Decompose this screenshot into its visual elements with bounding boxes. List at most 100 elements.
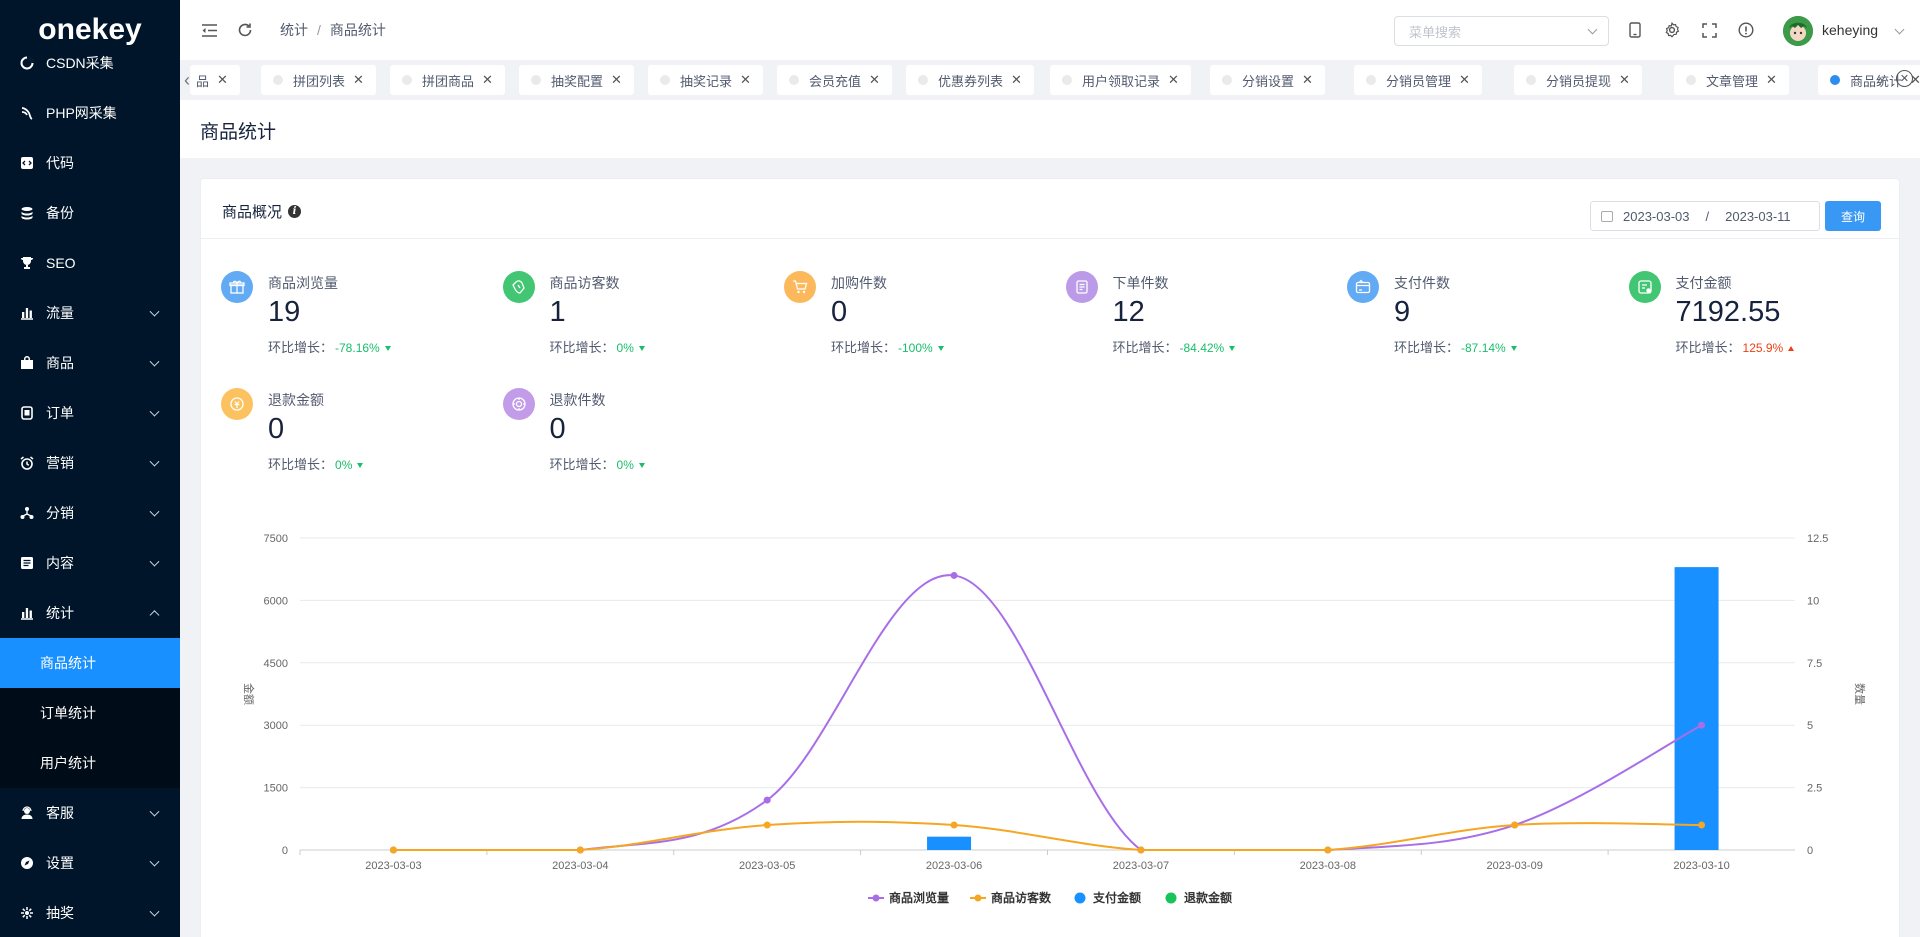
- tab-1[interactable]: 拼团列表 ✕: [261, 65, 376, 95]
- stat-change-prefix: 环比增长：: [1112, 340, 1178, 355]
- line-商品访客数: [393, 820, 1702, 851]
- point-商品浏览量: [950, 571, 958, 579]
- x-tick-label: 2023-03-03: [365, 860, 421, 872]
- close-icon[interactable]: ✕: [1619, 72, 1630, 88]
- submenu-item-1[interactable]: 订单统计: [0, 688, 180, 738]
- tab-5[interactable]: 会员充值 ✕: [777, 65, 892, 95]
- stat-change-prefix: 环比增长：: [268, 340, 334, 355]
- x-tick-label: 2023-03-05: [739, 860, 795, 872]
- sidebar-item-0[interactable]: CSDN采集: [0, 38, 180, 88]
- point-商品浏览量: [763, 796, 771, 804]
- stat-change: 环比增长： 0%: [550, 454, 645, 473]
- sidebar-item-10[interactable]: 内容: [0, 538, 180, 588]
- tab-9[interactable]: 分销员管理 ✕: [1354, 65, 1482, 95]
- tab-label: 优惠券列表: [938, 73, 1004, 89]
- legend-label: 商品访客数: [991, 890, 1052, 905]
- sidebar-item-3[interactable]: 备份: [0, 188, 180, 238]
- close-icon[interactable]: ✕: [869, 72, 880, 88]
- stat-change: 环比增长： -78.16%: [268, 337, 391, 356]
- bar-chart-icon: [20, 306, 34, 320]
- y2-tick-label: 12.5: [1807, 533, 1828, 545]
- goods-chart: 0 1500 3000 4500 6000 7500 0 2.5 5 7.5 10 12.5 金额 数量 2…: [242, 533, 1866, 905]
- tab-3[interactable]: 抽奖配置 ✕: [519, 65, 634, 95]
- sidebar-item-label: 客服: [46, 805, 74, 821]
- x-tick-label: 2023-03-04: [552, 860, 608, 872]
- sidebar-item-label: SEO: [46, 255, 76, 271]
- info-icon[interactable]: i: [288, 205, 302, 218]
- point-商品访客数: [1511, 821, 1519, 829]
- spider-icon: [20, 106, 34, 120]
- sidebar-item-2[interactable]: 抽奖: [0, 888, 180, 937]
- legend-marker: [1165, 892, 1177, 904]
- info-circle-icon[interactable]: [1737, 21, 1755, 39]
- query-button[interactable]: 查询: [1825, 201, 1881, 231]
- sidebar-menu: CSDN采集 PHP网采集 代码 备份 SEO 流量 商品 订单营销分销 内容统计商品统计 订单统…: [0, 38, 180, 937]
- sidebar-item-9[interactable]: 分销: [0, 488, 180, 538]
- page-title: 商品统计: [200, 122, 277, 143]
- close-icon[interactable]: ✕: [1459, 72, 1470, 88]
- tab-7[interactable]: 用户领取记录 ✕: [1050, 65, 1191, 95]
- mobile-icon[interactable]: [1626, 21, 1644, 39]
- collapse-menu-icon[interactable]: [200, 21, 218, 39]
- refresh-icon[interactable]: [236, 21, 254, 39]
- stat-label: 支付件数: [1394, 275, 1450, 291]
- tabs-scroll-right-icon[interactable]: ›: [1878, 70, 1884, 91]
- stat-label: 下单件数: [1112, 275, 1169, 291]
- fullscreen-icon[interactable]: [1700, 21, 1718, 39]
- x-tick-label: 2023-03-09: [1487, 860, 1543, 872]
- sidebar-item-label: 统计: [46, 605, 74, 621]
- sidebar-item-5[interactable]: 流量: [0, 288, 180, 338]
- username[interactable]: keheying: [1822, 22, 1878, 38]
- tab-10[interactable]: 分销员提现 ✕: [1514, 65, 1642, 95]
- sidebar-item-8[interactable]: 营销: [0, 438, 180, 488]
- date-range-picker[interactable]: 2023-03-03 / 2023-03-11: [1590, 201, 1820, 231]
- close-icon[interactable]: ✕: [611, 72, 622, 88]
- close-icon[interactable]: ✕: [1302, 72, 1313, 88]
- close-icon[interactable]: ✕: [740, 72, 751, 88]
- sidebar-item-2[interactable]: 代码: [0, 138, 180, 188]
- stat-card-0: 商品浏览量 19 环比增长： -78.16%: [221, 271, 461, 371]
- trend-up-icon: [1788, 346, 1795, 352]
- submenu-item-0[interactable]: 商品统计: [0, 638, 180, 688]
- tab-status-dot: [789, 75, 799, 85]
- sidebar-item-label: 营销: [46, 455, 74, 471]
- tab-2[interactable]: 拼团商品 ✕: [390, 65, 505, 95]
- stat-value: 1: [549, 296, 566, 328]
- close-icon[interactable]: ✕: [353, 72, 364, 88]
- trend-down-icon: [1229, 346, 1236, 352]
- gear-icon[interactable]: [1663, 21, 1681, 39]
- close-icon[interactable]: ✕: [1168, 72, 1179, 88]
- y-tick-label: 4500: [264, 658, 288, 670]
- tab-4[interactable]: 抽奖记录 ✕: [648, 65, 763, 95]
- tab-0[interactable]: 品 ✕: [190, 65, 240, 95]
- close-icon[interactable]: ✕: [1766, 72, 1777, 88]
- sidebar-item-6[interactable]: 商品: [0, 338, 180, 388]
- submenu-item-2[interactable]: 用户统计: [0, 738, 180, 788]
- stat-change: 环比增长： -84.42%: [1113, 337, 1236, 356]
- tab-6[interactable]: 优惠券列表 ✕: [906, 65, 1034, 95]
- point-商品访客数: [950, 821, 958, 829]
- chevron-down-icon[interactable]: [1894, 24, 1905, 35]
- menu-search-select[interactable]: 菜单搜索: [1394, 16, 1609, 46]
- breadcrumb-item[interactable]: 统计: [280, 20, 308, 40]
- sidebar-item-7[interactable]: 订单: [0, 388, 180, 438]
- avatar[interactable]: [1783, 16, 1813, 46]
- stat-value: 0: [831, 296, 848, 328]
- stat-change-pct: 125.9%: [1742, 341, 1784, 355]
- close-icon[interactable]: ✕: [217, 72, 228, 88]
- spin-icon: [20, 56, 34, 70]
- close-all-tabs-icon[interactable]: ✕: [1896, 70, 1913, 87]
- sidebar-item-1[interactable]: PHP网采集: [0, 88, 180, 138]
- sidebar-item-1[interactable]: 设置: [0, 838, 180, 888]
- stat-value: 0: [549, 413, 566, 445]
- sidebar-item-11[interactable]: 统计: [0, 588, 180, 638]
- close-icon[interactable]: ✕: [482, 72, 493, 88]
- close-icon[interactable]: ✕: [1011, 72, 1022, 88]
- stat-card-6: 退款金额 0 环比增长： 0%: [221, 388, 461, 488]
- chevron-down-icon: [149, 506, 160, 517]
- tab-11[interactable]: 文章管理 ✕: [1674, 65, 1789, 95]
- y2-tick-label: 10: [1807, 595, 1819, 607]
- sidebar-item-0[interactable]: 客服: [0, 788, 180, 838]
- tab-8[interactable]: 分销设置 ✕: [1210, 65, 1325, 95]
- sidebar-item-4[interactable]: SEO: [0, 238, 180, 288]
